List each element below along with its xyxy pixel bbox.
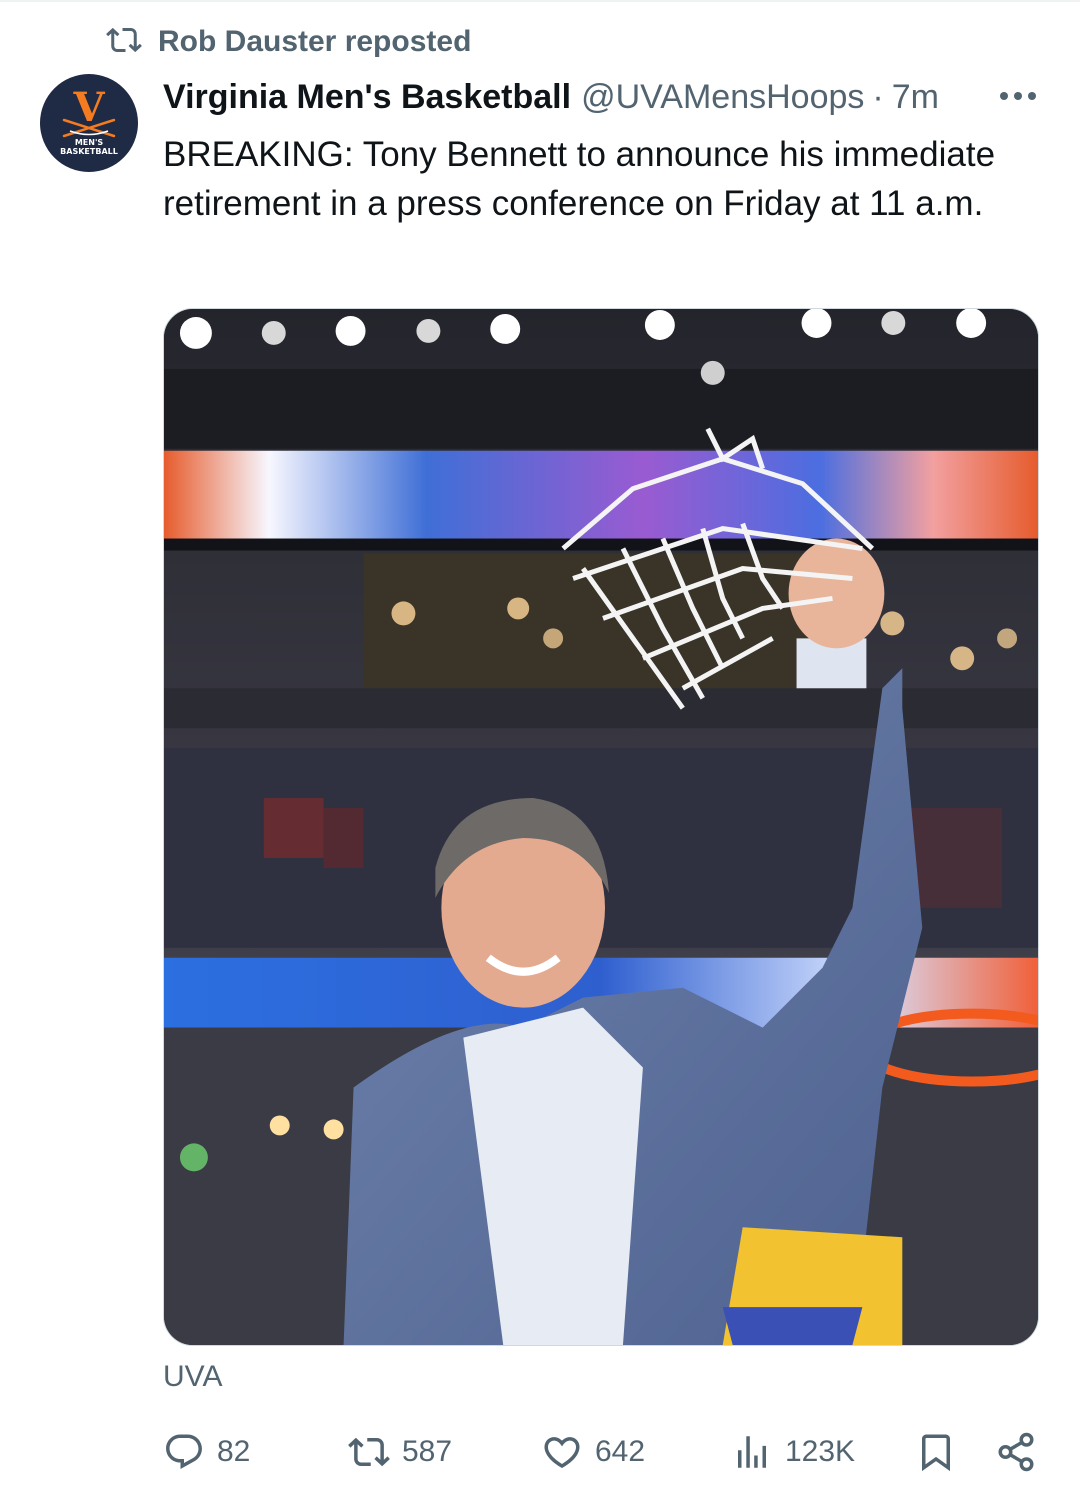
tweet-header: Virginia Men's Basketball @UVAMensHoops … bbox=[163, 72, 1043, 122]
more-options-icon[interactable] bbox=[998, 86, 1038, 106]
author-display-name[interactable]: Virginia Men's Basketball bbox=[163, 78, 571, 117]
avatar-logo-text: MEN'S BASKETBALL bbox=[60, 138, 118, 156]
tweet-photo[interactable] bbox=[163, 308, 1039, 1346]
photo-caption: UVA bbox=[163, 1360, 223, 1393]
like-count: 642 bbox=[595, 1435, 646, 1468]
reply-icon bbox=[163, 1431, 205, 1473]
reply-button[interactable]: 82 bbox=[163, 1428, 250, 1476]
bookmark-button[interactable] bbox=[915, 1428, 957, 1476]
reply-count: 82 bbox=[217, 1435, 251, 1468]
heart-icon bbox=[541, 1431, 583, 1473]
coach-cutting-net-photo bbox=[164, 309, 1038, 1345]
repost-label: Rob Dauster reposted bbox=[158, 25, 472, 58]
views-chart-icon bbox=[731, 1431, 773, 1473]
repost-icon bbox=[348, 1431, 390, 1473]
top-divider bbox=[0, 0, 1080, 2]
view-count: 123K bbox=[785, 1435, 856, 1468]
bookmark-icon bbox=[915, 1431, 957, 1473]
avatar[interactable]: V MEN'S BASKETBALL bbox=[40, 74, 138, 172]
views-button[interactable]: 123K bbox=[731, 1428, 855, 1476]
crossed-sabres-icon bbox=[62, 118, 116, 138]
separator-dot: · bbox=[872, 77, 884, 116]
tweet-actions: 82 587 642 123K bbox=[163, 1428, 1043, 1476]
repost-button[interactable]: 587 bbox=[348, 1428, 452, 1476]
author-handle[interactable]: @UVAMensHoops bbox=[581, 78, 864, 117]
share-button[interactable] bbox=[995, 1428, 1037, 1476]
tweet-timestamp[interactable]: 7m bbox=[892, 78, 939, 117]
repost-count: 587 bbox=[402, 1435, 453, 1468]
tweet-text: BREAKING: Tony Bennett to announce his i… bbox=[163, 135, 996, 223]
share-icon bbox=[995, 1431, 1037, 1473]
repost-context[interactable]: Rob Dauster reposted bbox=[104, 22, 471, 62]
like-button[interactable]: 642 bbox=[541, 1428, 645, 1476]
repost-icon bbox=[104, 22, 144, 63]
